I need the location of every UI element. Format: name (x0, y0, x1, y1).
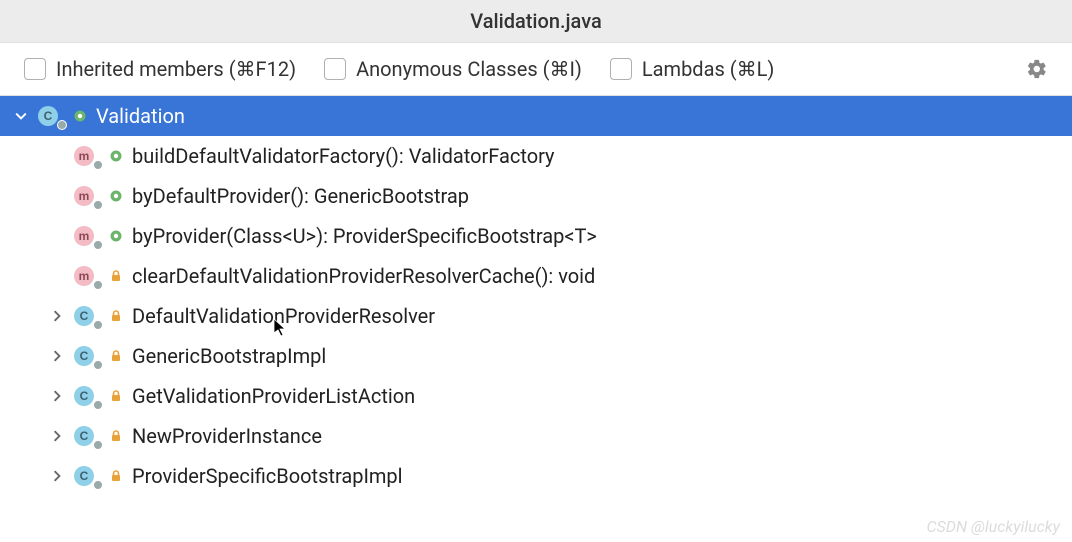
window-title: Validation.java (470, 9, 602, 33)
lambdas-label: Lambdas (⌘L) (642, 57, 774, 81)
node-label: Validation (96, 104, 185, 128)
checkbox-icon (324, 58, 346, 80)
node-label: byProvider(Class<U>): ProviderSpecificBo… (132, 224, 597, 248)
class-icon: C (38, 105, 64, 127)
lock-icon (108, 388, 124, 404)
chevron-down-icon[interactable] (12, 110, 30, 122)
class-icon: C (74, 305, 100, 327)
public-icon (108, 228, 124, 244)
tree-node[interactable]: C GenericBootstrapImpl (0, 336, 1072, 376)
tree-node-root[interactable]: C Validation (0, 96, 1072, 136)
watermark: CSDN @luckyilucky (926, 517, 1060, 536)
class-icon: C (74, 425, 100, 447)
node-label: GetValidationProviderListAction (132, 384, 415, 408)
lock-icon (108, 348, 124, 364)
structure-tree: C Validation m buildDefaultValidatorFacto… (0, 96, 1072, 496)
class-icon: C (74, 385, 100, 407)
tree-node[interactable]: m byDefaultProvider(): GenericBootstrap (0, 176, 1072, 216)
tree-node[interactable]: C NewProviderInstance (0, 416, 1072, 456)
tree-node[interactable]: C ProviderSpecificBootstrapImpl (0, 456, 1072, 496)
chevron-right-icon[interactable] (48, 390, 66, 402)
class-icon: C (74, 345, 100, 367)
chevron-right-icon[interactable] (48, 430, 66, 442)
node-label: GenericBootstrapImpl (132, 344, 326, 368)
lock-icon (108, 268, 124, 284)
node-label: clearDefaultValidationProviderResolverCa… (132, 264, 595, 288)
method-icon: m (74, 145, 100, 167)
lambdas-toggle[interactable]: Lambdas (⌘L) (610, 57, 774, 81)
checkbox-icon (24, 58, 46, 80)
public-icon (108, 148, 124, 164)
node-label: DefaultValidationProviderResolver (132, 304, 435, 328)
inherited-label: Inherited members (⌘F12) (56, 57, 296, 81)
tree-node[interactable]: C GetValidationProviderListAction (0, 376, 1072, 416)
tree-node[interactable]: m buildDefaultValidatorFactory(): Validat… (0, 136, 1072, 176)
tree-node[interactable]: m clearDefaultValidationProviderResolverC… (0, 256, 1072, 296)
chevron-right-icon[interactable] (48, 310, 66, 322)
inherited-members-toggle[interactable]: Inherited members (⌘F12) (24, 57, 296, 81)
public-icon (108, 188, 124, 204)
chevron-right-icon[interactable] (48, 470, 66, 482)
class-icon: C (74, 465, 100, 487)
node-label: ProviderSpecificBootstrapImpl (132, 464, 403, 488)
method-icon: m (74, 225, 100, 247)
node-label: NewProviderInstance (132, 424, 322, 448)
title-bar: Validation.java (0, 0, 1072, 42)
method-icon: m (74, 185, 100, 207)
lock-icon (108, 308, 124, 324)
tree-node[interactable]: m byProvider(Class<U>): ProviderSpecificB… (0, 216, 1072, 256)
checkbox-icon (610, 58, 632, 80)
anonymous-label: Anonymous Classes (⌘I) (356, 57, 582, 81)
lock-icon (108, 468, 124, 484)
lock-icon (108, 428, 124, 444)
tree-node[interactable]: C DefaultValidationProviderResolver (0, 296, 1072, 336)
node-label: buildDefaultValidatorFactory(): Validato… (132, 144, 555, 168)
node-label: byDefaultProvider(): GenericBootstrap (132, 184, 469, 208)
method-icon: m (74, 265, 100, 287)
toolbar: Inherited members (⌘F12) Anonymous Class… (0, 42, 1072, 96)
gear-icon[interactable] (1026, 58, 1048, 80)
chevron-right-icon[interactable] (48, 350, 66, 362)
anonymous-classes-toggle[interactable]: Anonymous Classes (⌘I) (324, 57, 582, 81)
public-icon (72, 108, 88, 124)
